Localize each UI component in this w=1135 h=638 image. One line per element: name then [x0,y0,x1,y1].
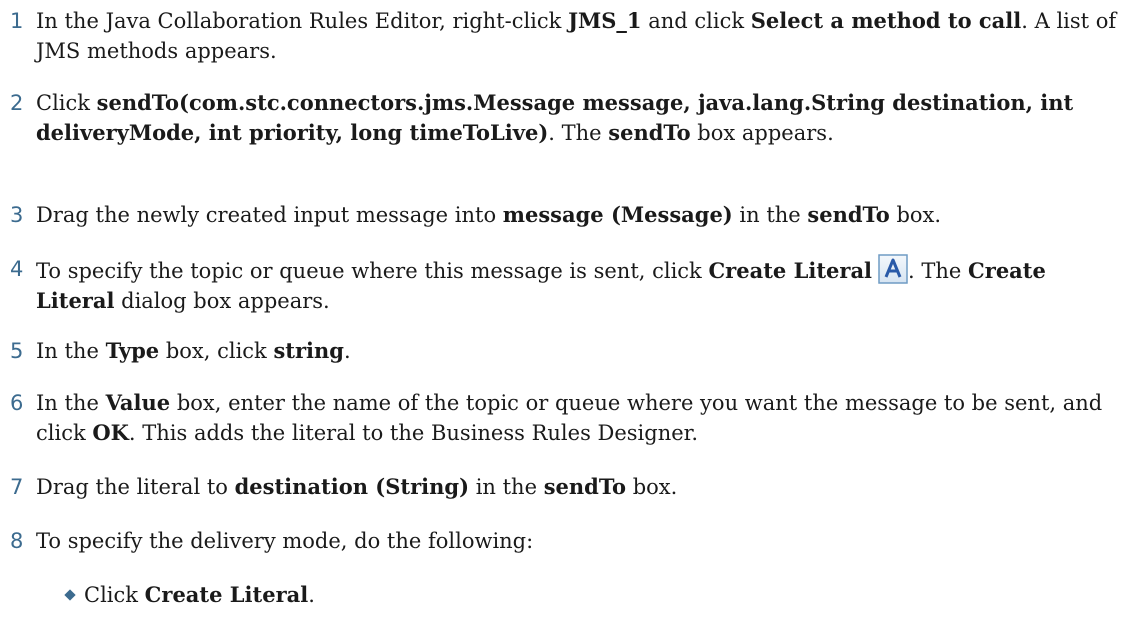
step-text: Click sendTo(com.stc.connectors.jms.Mess… [36,90,1074,145]
step-text: To specify the delivery mode, do the fol… [36,529,534,553]
step-number: 4 [10,257,24,281]
diamond-bullet-icon [64,589,76,601]
step-text: Drag the newly created input message int… [36,202,942,227]
ui-term: Select a method to call [750,8,1022,33]
substep-1: Click Create Literal. [36,580,1126,610]
ui-term: destination (String) [234,474,470,499]
step-text: In the Java Collaboration Rules Editor, … [36,8,1117,63]
ui-term: Create Literal [708,258,873,283]
step-number: 1 [10,9,24,33]
step-number: 7 [10,475,24,499]
ui-term: OK [92,420,129,445]
step-text: In the Value box, enter the name of the … [36,390,1103,445]
step-number: 3 [10,203,24,227]
step-number: 5 [10,339,24,363]
step-number: 2 [10,91,24,115]
ui-term: sendTo [543,474,627,499]
step-number: 6 [10,391,24,415]
step-number: 8 [10,529,24,553]
ui-term: string [273,338,344,363]
ui-term: JMS_1 [568,8,642,33]
document-page: 1 In the Java Collaboration Rules Editor… [0,0,1135,638]
ui-term: Value [105,390,171,415]
ui-term: sendTo [807,202,890,227]
create-literal-icon [878,254,908,284]
ui-term: Create Literal [144,582,309,607]
ui-term: sendTo [608,120,691,145]
ui-term: message (Message) [502,202,733,227]
step-text: In the Type box, click string. [36,338,351,363]
step-text: Drag the literal to destination (String)… [36,474,678,499]
ui-term: Type [105,338,160,363]
step-text: To specify the topic or queue where this… [36,254,1127,316]
